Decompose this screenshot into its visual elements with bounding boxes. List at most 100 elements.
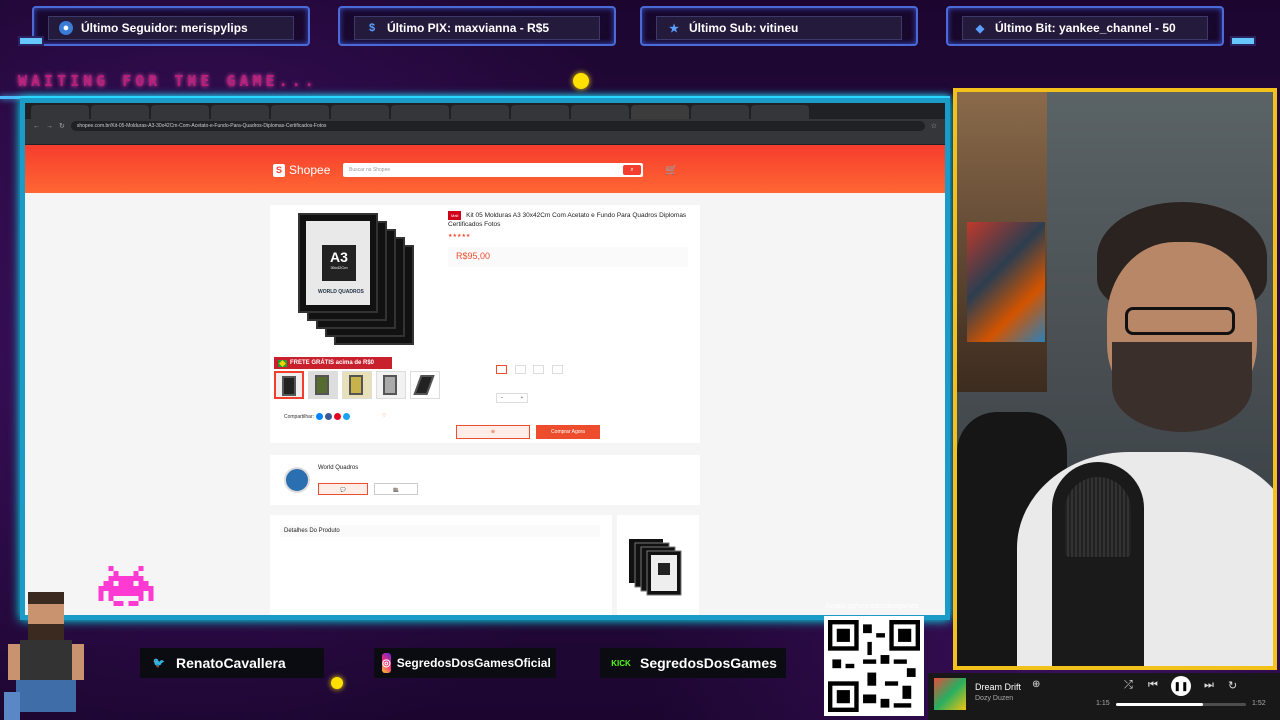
thumbnail[interactable] <box>376 371 406 399</box>
cart-add-icon: ⊕ <box>490 429 496 435</box>
alert-sub: ★ Último Sub: vitineu <box>640 6 918 46</box>
forward-icon[interactable]: → <box>46 123 53 130</box>
alert-text: Último Bit: yankee_channel - 50 <box>995 21 1176 35</box>
browser-tab[interactable] <box>331 105 389 119</box>
variation-option[interactable] <box>496 365 508 374</box>
shopee-logo-text: Shopee <box>289 163 331 177</box>
shop-card: World Quadros 💬 🏬 <box>270 455 700 505</box>
shopee-bag-icon: S <box>273 163 285 177</box>
pixel-character-icon <box>4 592 84 720</box>
qty-plus[interactable]: + <box>517 394 527 402</box>
alert-bit: ◆ Último Bit: yankee_channel - 50 <box>946 6 1224 46</box>
beard <box>1112 342 1252 432</box>
variation-option[interactable] <box>533 365 545 374</box>
alert-text: Último Seguidor: merispylips <box>81 21 248 35</box>
yellow-dot-bottom <box>331 677 343 689</box>
kick-icon: KICK <box>611 658 631 668</box>
thumbnails <box>274 371 440 399</box>
qty-minus[interactable]: − <box>497 394 507 402</box>
frete-text: FRETE GRÁTIS acima de R$0 <box>290 360 375 366</box>
recommended-product-image[interactable] <box>627 537 687 599</box>
browser-tab[interactable] <box>211 105 269 119</box>
qr-code[interactable] <box>824 616 924 716</box>
search-button[interactable]: ⌕ <box>623 165 641 175</box>
cart-icon[interactable]: 🛒 <box>665 165 677 176</box>
a3-label: A3 30x42Cm <box>322 245 356 281</box>
next-icon[interactable]: ⏭ <box>1204 679 1214 692</box>
frame-inner: A3 30x42Cm WORLD QUADROS <box>306 221 370 305</box>
twitter-icon: 🐦 <box>152 657 166 669</box>
ratings-row: ★★★★★ <box>448 233 470 239</box>
frete-banner: FRETE GRÁTIS acima de R$0 <box>274 357 392 369</box>
thumbnail[interactable] <box>342 371 372 399</box>
shopee-logo[interactable]: S Shopee <box>273 163 330 177</box>
view-shop-button[interactable]: 🏬 <box>374 483 418 495</box>
social-instagram: ◎ SegredosDosGamesOficial <box>374 648 556 678</box>
shop-avatar[interactable] <box>284 467 310 493</box>
browser-tab-active[interactable] <box>631 105 689 119</box>
address-bar: ← → ↻ shopee.com.br/Kit-05-Molduras-A3-3… <box>25 119 945 133</box>
browser-tab[interactable] <box>271 105 329 119</box>
twitter-share-icon[interactable] <box>343 413 351 420</box>
previous-icon[interactable]: ⏮ <box>1148 679 1158 692</box>
elapsed-time: 1:15 <box>1096 700 1110 707</box>
browser-tab[interactable] <box>691 105 749 119</box>
browser-tab[interactable] <box>91 105 149 119</box>
qty-value[interactable] <box>507 394 517 402</box>
diamond-icon: ◆ <box>975 22 985 35</box>
side-card <box>617 515 699 615</box>
song-title: Dream Drift <box>975 682 1022 692</box>
variation-option[interactable] <box>514 365 526 374</box>
browser-tab[interactable] <box>571 105 629 119</box>
mall-badge: Mall <box>448 211 462 220</box>
product-title: Mall Kit 05 Molduras A3 30x42Cm Com Acet… <box>448 211 688 229</box>
price: R$95,00 <box>456 251 491 261</box>
back-icon[interactable]: ← <box>33 123 40 130</box>
browser-tab[interactable] <box>751 105 809 119</box>
rating-stars[interactable]: ★★★★★ <box>448 233 470 239</box>
progress-fill <box>1116 703 1204 706</box>
song-artist: Dozy Duzen <box>975 695 1014 702</box>
heart-icon: ♡ <box>382 413 387 419</box>
progress-bar[interactable] <box>1116 703 1246 706</box>
favorite-button[interactable]: ♡ <box>382 413 386 419</box>
browser-tab[interactable] <box>451 105 509 119</box>
pinterest-icon[interactable] <box>334 413 342 420</box>
frame-brand: WORLD QUADROS <box>318 289 364 295</box>
thumbnail-next[interactable] <box>410 371 440 399</box>
messenger-icon[interactable] <box>316 413 324 420</box>
add-icon[interactable]: ⊕ <box>1032 679 1040 690</box>
search-input[interactable]: Buscar na Shopee ⌕ <box>343 163 643 177</box>
reload-icon[interactable]: ↻ <box>59 122 65 130</box>
variation-option[interactable] <box>551 365 563 374</box>
browser-tab[interactable] <box>511 105 569 119</box>
shuffle-icon[interactable]: ⤮ <box>1124 679 1133 692</box>
browser-tab[interactable] <box>391 105 449 119</box>
pause-button[interactable]: ❚❚ <box>1171 676 1191 696</box>
browser-tab[interactable] <box>31 105 89 119</box>
shop-name[interactable]: World Quadros <box>318 465 358 471</box>
share-label: Compartilhar: <box>284 413 315 420</box>
product-title-text: Kit 05 Molduras A3 30x42Cm Com Acetato e… <box>448 212 687 228</box>
details-title: Detalhes Do Produto <box>280 525 600 537</box>
frame-front: A3 30x42Cm WORLD QUADROS <box>298 213 378 313</box>
yellow-dot <box>573 73 589 89</box>
repeat-icon[interactable]: ↻ <box>1228 679 1237 692</box>
add-to-cart-button[interactable]: ⊕ <box>456 425 530 439</box>
thumbnail[interactable] <box>274 371 304 399</box>
browser-tab[interactable] <box>151 105 209 119</box>
buy-now-button[interactable]: Comprar Agora <box>536 425 600 439</box>
url-field[interactable]: shopee.com.br/Kit-05-Molduras-A3-30x42Cm… <box>70 121 925 131</box>
brazil-flag-icon <box>278 359 287 367</box>
star-bookmark-icon[interactable]: ☆ <box>931 122 937 130</box>
user-icon: ● <box>59 21 73 35</box>
alert-text: Último PIX: maxvianna - R$5 <box>387 21 550 35</box>
duration: 1:52 <box>1252 700 1266 707</box>
chat-button[interactable]: 💬 <box>318 483 368 495</box>
corner-tab <box>1230 36 1256 46</box>
product-image[interactable]: A3 30x42Cm WORLD QUADROS <box>290 213 430 353</box>
alert-follower: ● Último Seguidor: merispylips <box>32 6 310 46</box>
thumbnail[interactable] <box>308 371 338 399</box>
webcam-frame <box>953 88 1277 670</box>
facebook-icon[interactable] <box>325 413 333 420</box>
